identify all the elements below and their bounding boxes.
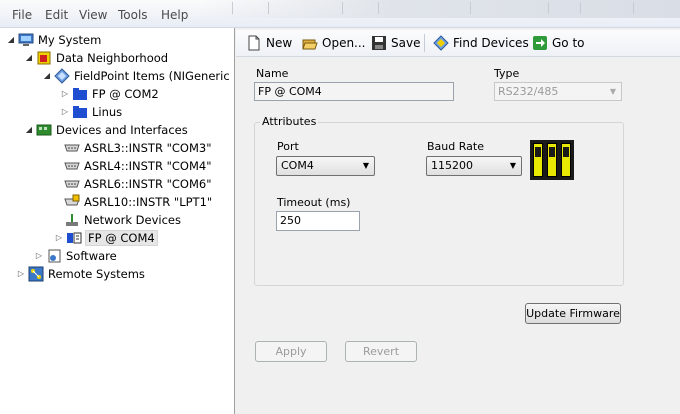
expander-expand-icon[interactable]: ▷ [60,89,70,99]
type-value: RS232/485 [498,85,559,98]
tree-item-label: FP @ COM4 [85,229,158,246]
tree-item-fp-com4[interactable]: ▷ FP @ COM4 [54,229,158,246]
open-button-label: Open... [322,36,366,50]
remote-systems-icon [28,266,44,282]
serial-port-icon [64,158,80,174]
tree-item-label: FP @ COM2 [92,86,159,101]
tree-item-remote-systems[interactable]: ▷ Remote Systems [16,265,145,282]
menu-view[interactable]: View [79,8,107,22]
tree-item-asrl10[interactable]: ASRL10::INSTR "LPT1" [54,193,212,210]
software-icon [46,248,62,264]
parallel-port-icon [64,194,80,210]
data-neighborhood-icon [36,50,52,66]
chevron-down-icon: ▼ [362,161,369,170]
save-button-label: Save [391,36,421,50]
tree-item-label: ASRL6::INSTR "COM6" [84,176,212,191]
menu-edit[interactable]: Edit [45,8,68,22]
find-devices-button-label: Find Devices [453,36,529,50]
update-firmware-button[interactable]: Update Firmware [525,303,621,324]
revert-button[interactable]: Revert [345,341,417,362]
tree-item-label: ASRL10::INSTR "LPT1" [84,194,213,209]
expander-collapse-icon[interactable]: ◢ [24,53,34,63]
go-to-button[interactable]: Go to [532,34,585,52]
timeout-field[interactable]: 250 [276,211,360,231]
expander-expand-icon[interactable]: ▷ [60,107,70,117]
folder-icon [72,86,88,102]
device-properties-panel: New Open... Save Find Devices Go to Name… [236,28,680,414]
menu-tools[interactable]: Tools [118,8,148,22]
tree-item-fieldpoint-items[interactable]: ◢ FieldPoint Items (NIGeneric [42,67,230,84]
new-button[interactable]: New [246,34,292,52]
tree-item-fp-com2[interactable]: ▷ FP @ COM2 [60,85,159,102]
name-field[interactable]: FP @ COM4 [254,82,454,101]
tree-item-linus[interactable]: ▷ Linus [60,103,122,120]
chevron-down-icon: ▼ [509,161,516,170]
port-select[interactable]: COM4 ▼ [276,156,375,176]
menu-bar-background [200,0,680,18]
save-button[interactable]: Save [371,34,420,52]
tree-item-data-neighborhood[interactable]: ◢ Data Neighborhood [24,49,168,66]
menu-file[interactable]: File [12,8,32,22]
floppy-disk-icon [371,35,387,51]
toolbar: New Open... Save Find Devices Go to [236,30,680,57]
tree-item-label: Devices and Interfaces [56,122,188,137]
name-label: Name [256,67,289,80]
type-label: Type [494,67,520,80]
expander-expand-icon[interactable]: ▷ [16,269,26,279]
expander-expand-icon[interactable]: ▷ [54,233,64,243]
tree-item-label: FieldPoint Items (NIGeneric [74,68,230,83]
tree-item-asrl4[interactable]: ASRL4::INSTR "COM4" [54,157,212,174]
apply-button[interactable]: Apply [255,341,327,362]
find-devices-button[interactable]: Find Devices [433,34,529,52]
chevron-down-icon: ▼ [609,87,616,96]
type-select[interactable]: RS232/485 ▼ [494,82,622,101]
tree-item-my-system[interactable]: ◢ My System [6,31,101,48]
tree-item-label: Software [66,248,117,263]
expander-collapse-icon[interactable]: ◢ [6,35,16,45]
folder-icon [72,104,88,120]
expander-collapse-icon[interactable]: ◢ [42,71,52,81]
tree-item-label: Network Devices [84,212,181,227]
baud-rate-value: 115200 [431,159,473,172]
tree-item-label: My System [38,32,102,47]
fieldpoint-items-icon [54,67,70,84]
tree-item-devices-and-interfaces[interactable]: ◢ Devices and Interfaces [24,121,188,138]
dip-switch-icon [530,140,574,180]
expander-expand-icon[interactable]: ▷ [34,251,44,261]
fieldpoint-device-icon [66,230,82,246]
find-devices-icon [433,35,449,51]
expander-collapse-icon[interactable]: ◢ [24,125,34,135]
port-label: Port [277,140,299,153]
tree-item-software[interactable]: ▷ Software [34,247,117,264]
go-to-button-label: Go to [552,36,585,50]
attributes-label: Attributes [260,115,319,128]
menu-help[interactable]: Help [161,8,188,22]
open-button[interactable]: Open... [302,34,366,52]
network-devices-icon [64,212,80,228]
configuration-tree: ◢ My System ◢ Data Neighborhood ◢ FieldP… [0,28,235,414]
devices-icon [36,122,52,138]
baud-rate-label: Baud Rate [427,140,484,153]
toolbar-separator [424,34,425,52]
new-document-icon [246,35,262,51]
timeout-label: Timeout (ms) [277,196,351,209]
menu-bar: File Edit View Tools Help [0,0,680,28]
tree-item-label: Data Neighborhood [56,50,169,65]
port-value: COM4 [281,159,314,172]
computer-icon [18,32,34,48]
tree-item-label: Remote Systems [48,266,145,281]
open-folder-icon [302,35,318,51]
tree-item-asrl3[interactable]: ASRL3::INSTR "COM3" [54,139,212,156]
new-button-label: New [266,36,293,50]
arrow-right-icon [532,35,548,51]
tree-item-label: Linus [92,104,123,119]
tree-item-label: ASRL4::INSTR "COM4" [84,158,212,173]
baud-rate-select[interactable]: 115200 ▼ [426,156,522,176]
tree-item-network-devices[interactable]: Network Devices [54,211,181,228]
serial-port-icon [64,140,80,156]
tree-item-asrl6[interactable]: ASRL6::INSTR "COM6" [54,175,212,192]
tree-item-label: ASRL3::INSTR "COM3" [84,140,212,155]
serial-port-icon [64,176,80,192]
